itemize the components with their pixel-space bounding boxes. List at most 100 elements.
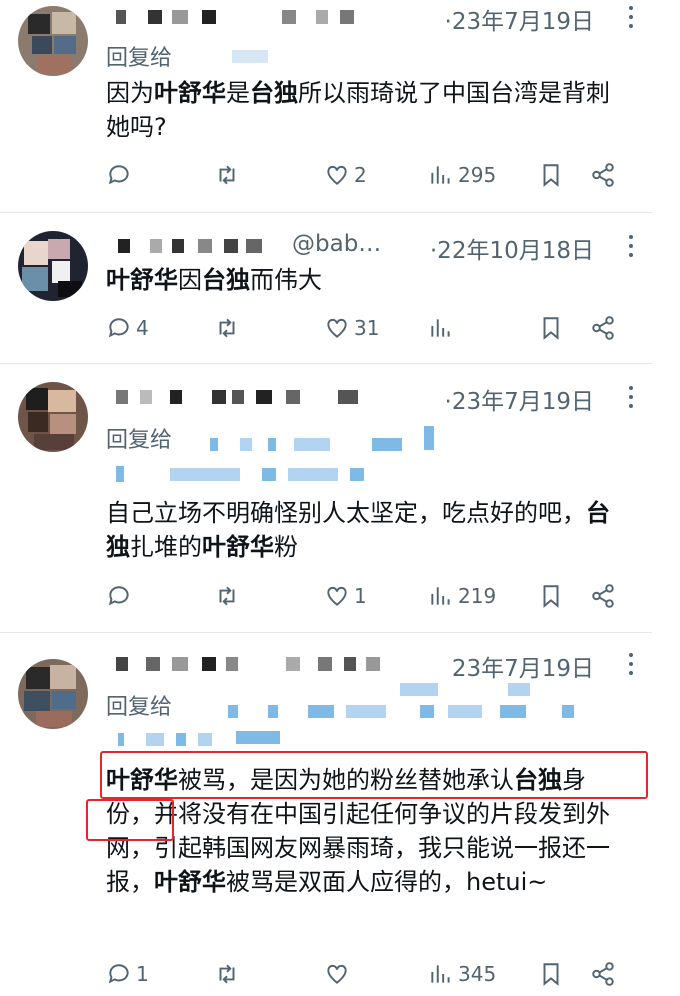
masked-mention bbox=[562, 705, 574, 718]
masked-handle bbox=[366, 657, 380, 671]
reply-button[interactable]: 4 bbox=[106, 315, 149, 341]
views-button[interactable] bbox=[428, 315, 458, 341]
masked-mention bbox=[268, 438, 276, 451]
masked-name bbox=[170, 390, 182, 404]
share-button[interactable] bbox=[590, 315, 620, 341]
like-button[interactable] bbox=[324, 961, 354, 987]
reply-button[interactable] bbox=[106, 583, 136, 609]
post-3[interactable]: ·23年7月19日 回复给 自己立场不明确怪别人太坚定，吃点好的吧，台独扎堆的叶… bbox=[0, 364, 652, 633]
masked-mention bbox=[210, 438, 218, 451]
bookmark-button[interactable] bbox=[538, 162, 568, 188]
retweet-icon bbox=[219, 318, 235, 338]
bookmark-icon bbox=[543, 317, 559, 340]
more-icon[interactable] bbox=[628, 235, 634, 262]
masked-mention bbox=[372, 438, 402, 451]
share-button[interactable] bbox=[590, 961, 620, 987]
share-icon bbox=[592, 163, 614, 187]
post-4[interactable]: 23年7月19日 回复给 叶舒华被骂，是因为她的粉丝替她承认台独身份，并将没有在… bbox=[0, 633, 652, 996]
views-button[interactable]: 295 bbox=[428, 162, 496, 188]
masked-name bbox=[246, 239, 262, 253]
masked-name bbox=[212, 390, 226, 404]
avatar[interactable] bbox=[18, 659, 88, 729]
bookmark-icon bbox=[543, 963, 559, 986]
like-icon bbox=[327, 964, 347, 984]
masked-handle bbox=[316, 10, 328, 24]
reply-icon bbox=[108, 586, 129, 606]
more-icon[interactable] bbox=[628, 6, 634, 33]
masked-mention bbox=[346, 705, 386, 718]
reply-icon bbox=[108, 318, 129, 338]
post-date[interactable]: ·23年7月19日 bbox=[445, 2, 594, 36]
like-button[interactable]: 2 bbox=[324, 162, 367, 188]
post-2[interactable]: @bab… ·22年10月18日 叶舒华因台独而伟大 4 31 bbox=[0, 213, 652, 364]
masked-name bbox=[226, 657, 238, 671]
reply-to: 回复给 bbox=[106, 689, 172, 721]
share-icon bbox=[592, 962, 614, 986]
views-button[interactable]: 345 bbox=[428, 961, 496, 987]
like-icon bbox=[327, 165, 347, 185]
post-handle: @bab… bbox=[292, 231, 382, 257]
bookmark-icon bbox=[543, 585, 559, 608]
masked-mention bbox=[308, 705, 334, 718]
post-date[interactable]: ·23年7月19日 bbox=[445, 382, 594, 416]
bookmark-button[interactable] bbox=[538, 583, 568, 609]
bookmark-button[interactable] bbox=[538, 961, 568, 987]
post-date[interactable]: 23年7月19日 bbox=[452, 649, 594, 683]
post-header: ·23年7月19日 bbox=[106, 2, 634, 36]
post-date[interactable]: ·22年10月18日 bbox=[430, 231, 594, 265]
masked-mention bbox=[350, 468, 364, 481]
post-text: 叶舒华因台独而伟大 bbox=[106, 266, 322, 294]
retweet-button[interactable] bbox=[214, 315, 244, 341]
masked-name bbox=[118, 239, 130, 253]
masked-name bbox=[232, 390, 244, 404]
like-button[interactable]: 31 bbox=[324, 315, 379, 341]
views-button[interactable]: 219 bbox=[428, 583, 496, 609]
masked-handle bbox=[338, 390, 358, 404]
masked-mention bbox=[170, 468, 240, 481]
masked-mention bbox=[448, 705, 482, 718]
masked-handle bbox=[318, 657, 332, 671]
action-bar: 4 31 bbox=[106, 315, 618, 349]
like-button[interactable]: 1 bbox=[324, 583, 367, 609]
like-icon bbox=[327, 318, 347, 338]
masked-mention bbox=[500, 705, 526, 718]
views-icon bbox=[431, 319, 450, 337]
masked-mention bbox=[420, 705, 434, 718]
more-icon[interactable] bbox=[628, 386, 634, 413]
avatar[interactable] bbox=[18, 382, 88, 452]
retweet-button[interactable] bbox=[214, 162, 244, 188]
masked-mention bbox=[116, 466, 124, 482]
avatar[interactable] bbox=[18, 6, 88, 76]
reply-button[interactable] bbox=[106, 162, 136, 188]
retweet-icon bbox=[219, 586, 235, 606]
masked-mention bbox=[262, 468, 276, 481]
masked-name bbox=[286, 390, 300, 404]
more-icon[interactable] bbox=[628, 653, 634, 680]
share-button[interactable] bbox=[590, 583, 620, 609]
masked-name bbox=[224, 239, 238, 253]
masked-mention bbox=[240, 438, 252, 451]
retweet-button[interactable] bbox=[214, 583, 244, 609]
post-header: @bab… ·22年10月18日 bbox=[106, 231, 634, 265]
reply-icon bbox=[108, 964, 129, 984]
masked-mention bbox=[198, 733, 212, 746]
masked-mention bbox=[176, 733, 186, 746]
masked-name bbox=[140, 390, 152, 404]
reply-label: 回复给 bbox=[106, 428, 173, 453]
views-icon bbox=[431, 587, 450, 605]
reply-button[interactable]: 1 bbox=[106, 961, 149, 987]
masked-mention bbox=[268, 705, 278, 718]
share-button[interactable] bbox=[590, 162, 620, 188]
masked-name bbox=[202, 657, 216, 671]
masked-name bbox=[116, 657, 128, 671]
reply-label: 回复给 bbox=[106, 695, 173, 720]
masked-mention bbox=[400, 683, 438, 696]
retweet-button[interactable] bbox=[214, 961, 244, 987]
bookmark-button[interactable] bbox=[538, 315, 568, 341]
post-1[interactable]: ·23年7月19日 回复给 因为叶舒华是台独所以雨琦说了中国台湾是背刺她吗? 2… bbox=[0, 0, 652, 213]
avatar[interactable] bbox=[18, 231, 88, 301]
masked-name bbox=[198, 239, 212, 253]
post-text: 因为叶舒华是台独所以雨琦说了中国台湾是背刺她吗? bbox=[106, 79, 610, 141]
action-bar: 1 345 bbox=[106, 961, 618, 995]
masked-mention bbox=[236, 731, 280, 744]
